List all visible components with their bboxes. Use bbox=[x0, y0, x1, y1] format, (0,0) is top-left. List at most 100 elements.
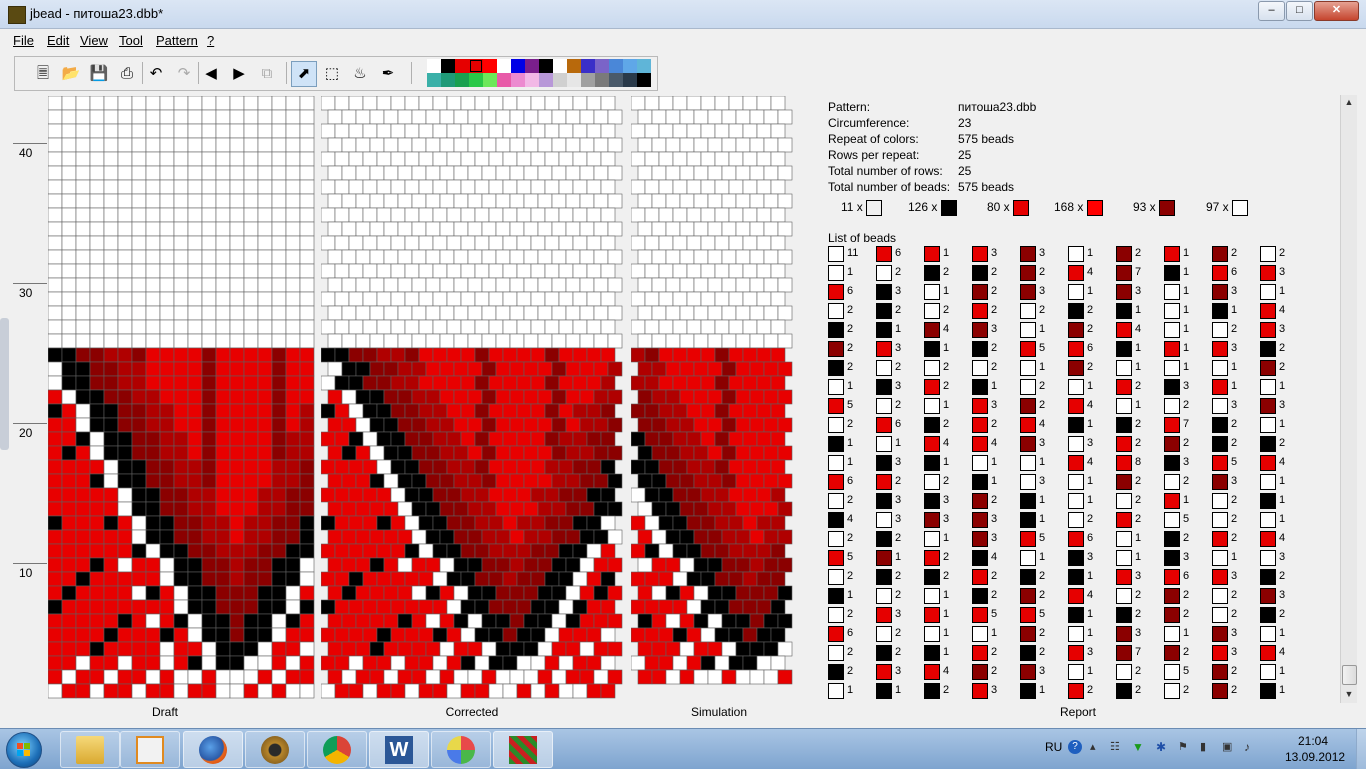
palette-swatch[interactable] bbox=[553, 73, 567, 87]
show-desktop-button[interactable] bbox=[1356, 729, 1366, 769]
vertical-scrollbar[interactable]: ▲ ▼ bbox=[1340, 95, 1357, 703]
bead-count: 4 bbox=[1087, 266, 1094, 278]
flag-icon[interactable]: ⚑ bbox=[1178, 740, 1192, 754]
bead-cell bbox=[299, 529, 315, 545]
bead-cell bbox=[229, 137, 245, 153]
palette-swatch[interactable] bbox=[427, 73, 441, 87]
palette-swatch[interactable] bbox=[483, 73, 497, 87]
bead-cell bbox=[460, 179, 476, 195]
bead-cell bbox=[749, 669, 765, 685]
bead-cell bbox=[257, 669, 273, 685]
palette-swatch[interactable] bbox=[469, 59, 483, 73]
palette-swatch[interactable] bbox=[497, 59, 511, 73]
bead-cell bbox=[285, 207, 301, 223]
color-picker-icon[interactable]: ✒ bbox=[375, 61, 401, 87]
menu-view[interactable]: View bbox=[80, 33, 108, 48]
copy-icon[interactable]: ⧉ bbox=[254, 61, 280, 87]
help-icon[interactable]: ? bbox=[1068, 740, 1082, 754]
palette-swatch[interactable] bbox=[441, 73, 455, 87]
palette-swatch[interactable] bbox=[525, 59, 539, 73]
open-folder-icon[interactable]: 📂 bbox=[58, 61, 84, 87]
palette-swatch[interactable] bbox=[609, 73, 623, 87]
bead-count: 2 bbox=[991, 418, 998, 430]
palette-swatch[interactable] bbox=[595, 59, 609, 73]
bead-color-swatch bbox=[1260, 436, 1276, 452]
language-indicator[interactable]: RU bbox=[1045, 740, 1062, 754]
palette-swatch[interactable] bbox=[539, 59, 553, 73]
palette-swatch[interactable] bbox=[595, 73, 609, 87]
bead-cell bbox=[495, 165, 511, 181]
display-icon[interactable]: ▣ bbox=[1222, 740, 1236, 754]
new-file-icon[interactable]: 🗏 bbox=[30, 61, 56, 87]
palette-swatch[interactable] bbox=[581, 59, 595, 73]
bead-color-swatch bbox=[1068, 322, 1084, 338]
save-icon[interactable]: 💾 bbox=[86, 61, 112, 87]
print-icon[interactable]: ⎙ bbox=[114, 61, 140, 87]
taskbar-paint[interactable] bbox=[431, 731, 491, 768]
close-button[interactable]: ✕ bbox=[1314, 1, 1359, 21]
palette-swatch[interactable] bbox=[539, 73, 553, 87]
scroll-right-icon[interactable]: ▶ bbox=[226, 61, 252, 87]
palette-swatch[interactable] bbox=[469, 73, 483, 87]
maximize-button[interactable]: □ bbox=[1286, 1, 1313, 21]
taskbar-firefox[interactable] bbox=[183, 731, 243, 768]
volume-icon[interactable]: ♪ bbox=[1244, 740, 1258, 754]
taskbar-media-player[interactable] bbox=[120, 731, 180, 768]
taskbar-scanner[interactable] bbox=[245, 731, 305, 768]
simulation-grid[interactable] bbox=[631, 96, 794, 690]
palette-swatch[interactable] bbox=[483, 59, 497, 73]
scroll-up-icon[interactable]: ▲ bbox=[1342, 95, 1356, 109]
power-icon[interactable]: ▮ bbox=[1200, 740, 1214, 754]
bead-cell bbox=[173, 305, 189, 321]
corrected-grid[interactable] bbox=[321, 96, 623, 704]
palette-swatch[interactable] bbox=[455, 73, 469, 87]
palette-swatch[interactable] bbox=[567, 59, 581, 73]
clock-date[interactable]: 13.09.2012 bbox=[1285, 750, 1345, 764]
menu-edit[interactable]: Edit bbox=[47, 33, 69, 48]
bluetooth-icon[interactable]: ✱ bbox=[1156, 740, 1170, 754]
select-pointer-icon[interactable]: ⬈ bbox=[291, 61, 317, 87]
menu-pattern[interactable]: Pattern bbox=[156, 33, 198, 48]
menu-file[interactable]: File bbox=[13, 33, 34, 48]
palette-swatch[interactable] bbox=[637, 59, 651, 73]
draft-grid[interactable] bbox=[48, 96, 322, 704]
bead-cell bbox=[369, 109, 385, 125]
bead-cell bbox=[131, 417, 147, 433]
palette-swatch[interactable] bbox=[553, 59, 567, 73]
palette-swatch[interactable] bbox=[567, 73, 581, 87]
clock-time[interactable]: 21:04 bbox=[1298, 734, 1328, 748]
minimize-button[interactable]: – bbox=[1258, 1, 1285, 21]
menu-help[interactable]: ? bbox=[207, 33, 214, 48]
undo-icon[interactable]: ↶ bbox=[143, 61, 169, 87]
taskbar-chrome[interactable] bbox=[307, 731, 367, 768]
start-button[interactable] bbox=[6, 732, 42, 768]
scroll-down-icon[interactable]: ▼ bbox=[1342, 687, 1356, 701]
palette-swatch[interactable] bbox=[525, 73, 539, 87]
palette-swatch[interactable] bbox=[609, 59, 623, 73]
bead-cell bbox=[728, 627, 744, 643]
palette-swatch[interactable] bbox=[427, 59, 441, 73]
network-icon[interactable]: ☷ bbox=[1110, 740, 1124, 754]
scrollbar-thumb[interactable] bbox=[1342, 665, 1357, 685]
palette-swatch[interactable] bbox=[455, 59, 469, 73]
palette-swatch[interactable] bbox=[511, 59, 525, 73]
palette-swatch[interactable] bbox=[581, 73, 595, 87]
select-rect-icon[interactable]: ⬚ bbox=[319, 61, 345, 87]
palette-swatch[interactable] bbox=[623, 59, 637, 73]
action-center-icon[interactable]: ▴ bbox=[1090, 740, 1104, 754]
side-panel-grip[interactable] bbox=[0, 318, 9, 450]
menu-tool[interactable]: Tool bbox=[119, 33, 143, 48]
palette-swatch[interactable] bbox=[623, 73, 637, 87]
taskbar-jbead[interactable] bbox=[493, 731, 553, 768]
redo-icon[interactable]: ↷ bbox=[171, 61, 197, 87]
safely-remove-icon[interactable]: ▼ bbox=[1132, 740, 1146, 754]
palette-swatch[interactable] bbox=[637, 73, 651, 87]
scroll-left-icon[interactable]: ◀ bbox=[198, 61, 224, 87]
bead-cell bbox=[607, 305, 623, 321]
palette-swatch[interactable] bbox=[497, 73, 511, 87]
palette-swatch[interactable] bbox=[441, 59, 455, 73]
fill-bucket-icon[interactable]: ♨ bbox=[347, 61, 373, 87]
taskbar-explorer[interactable] bbox=[60, 731, 120, 768]
palette-swatch[interactable] bbox=[511, 73, 525, 87]
taskbar-word[interactable]: W bbox=[369, 731, 429, 768]
